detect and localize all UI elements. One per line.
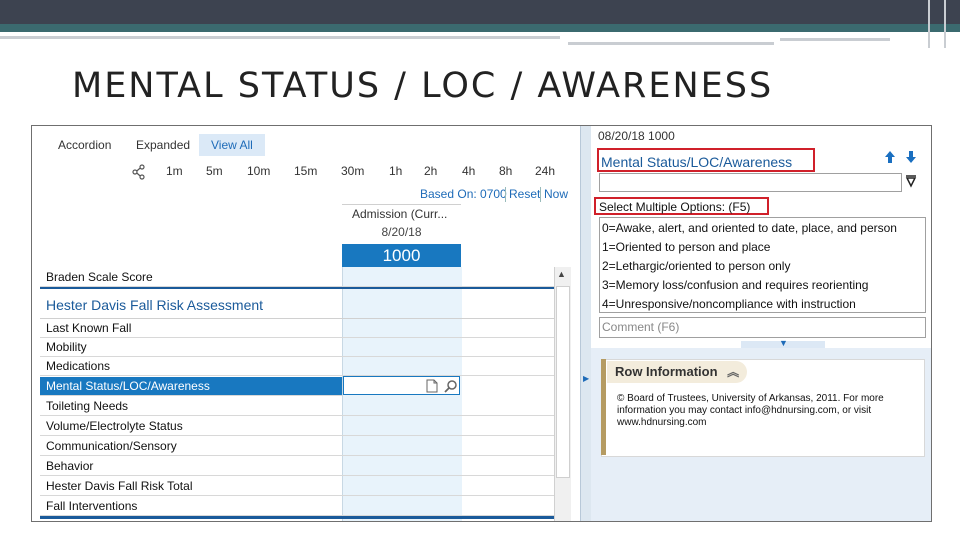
decor-line [928, 0, 930, 48]
now-link[interactable]: Now [544, 187, 568, 201]
row-information-header[interactable]: Row Information ︽ [607, 361, 747, 383]
clear-filter-icon[interactable] [904, 174, 918, 193]
row-medications[interactable]: Medications [40, 357, 554, 376]
time-button-15m[interactable]: 15m [294, 164, 317, 178]
column-header[interactable]: Admission (Curr... [342, 204, 461, 222]
time-button-4h[interactable]: 4h [462, 164, 475, 178]
grid-bottom-rule [40, 516, 554, 519]
scrollbar-thumb[interactable] [556, 286, 570, 478]
time-button-1m[interactable]: 1m [166, 164, 183, 178]
arrow-up-icon[interactable] [884, 150, 896, 169]
tab-accordion[interactable]: Accordion [46, 134, 123, 156]
option-4[interactable]: 4=Unresponsive/noncompliance with instru… [602, 295, 925, 312]
share-icon[interactable] [132, 164, 146, 180]
section-hester-davis[interactable]: Hester Davis Fall Risk Assessment [40, 287, 554, 319]
select-multiple-label: Select Multiple Options: (F5) [594, 197, 769, 215]
time-button-30m[interactable]: 30m [341, 164, 364, 178]
row-last-known-fall[interactable]: Last Known Fall [40, 319, 554, 338]
decor-line [780, 38, 890, 41]
flowsheet-panel: Accordion Expanded View All 1m 5m 10m 15… [32, 126, 580, 521]
row-fall-risk-total[interactable]: Hester Davis Fall Risk Total [40, 477, 554, 496]
search-icon[interactable] [444, 379, 458, 398]
value-input[interactable] [599, 173, 902, 192]
separator [540, 187, 541, 202]
row-toileting-needs[interactable]: Toileting Needs [40, 397, 554, 416]
mental-status-cell[interactable] [343, 376, 460, 395]
scroll-up-icon[interactable]: ▲ [557, 269, 566, 279]
comment-field[interactable]: Comment (F6) [599, 317, 926, 338]
reset-link[interactable]: Reset [509, 187, 540, 201]
slide-top-accent [0, 24, 960, 32]
detail-datetime: 08/20/18 1000 [598, 129, 675, 143]
option-0[interactable]: 0=Awake, alert, and oriented to date, pl… [602, 219, 925, 238]
option-3[interactable]: 3=Memory loss/confusion and requires reo… [602, 276, 925, 295]
row-fall-interventions[interactable]: Fall Interventions [40, 497, 554, 516]
decor-line [944, 0, 946, 48]
arrow-down-icon[interactable] [905, 150, 917, 169]
screenshot-frame: Accordion Expanded View All 1m 5m 10m 15… [31, 125, 932, 522]
slide-top-bar [0, 0, 960, 24]
tab-view-all[interactable]: View All [199, 134, 265, 156]
separator [505, 187, 506, 202]
slide-title: MENTAL STATUS / LOC / AWARENESS [72, 66, 774, 106]
decor-line [0, 36, 560, 39]
time-button-5m[interactable]: 5m [206, 164, 223, 178]
row-mobility[interactable]: Mobility [40, 338, 554, 357]
column-time[interactable]: 1000 [342, 244, 461, 267]
chevron-up-icon[interactable]: ︽ [727, 365, 739, 379]
time-button-8h[interactable]: 8h [499, 164, 512, 178]
row-information-title: Row Information [615, 364, 718, 379]
row-information-accent [601, 359, 606, 455]
time-button-24h[interactable]: 24h [535, 164, 555, 178]
time-button-1h[interactable]: 1h [389, 164, 402, 178]
decor-line [568, 42, 774, 45]
row-information-text: © Board of Trustees, University of Arkan… [617, 393, 884, 428]
options-list: 0=Awake, alert, and oriented to date, pl… [599, 217, 926, 313]
row-volume-electrolyte-status[interactable]: Volume/Electrolyte Status [40, 417, 554, 436]
row-mental-status[interactable]: Mental Status/LOC/Awareness [40, 377, 342, 396]
time-button-2h[interactable]: 2h [424, 164, 437, 178]
document-icon[interactable] [426, 379, 438, 398]
column-date: 8/20/18 [381, 225, 422, 239]
option-1[interactable]: 1=Oriented to person and place [602, 238, 925, 257]
based-on-label[interactable]: Based On: 0700 [420, 187, 507, 201]
option-2[interactable]: 2=Lethargic/oriented to person only [602, 257, 925, 276]
detail-panel: 08/20/18 1000 Mental Status/LOC/Awarenes… [591, 126, 931, 521]
chevron-down-icon[interactable]: ▼ [779, 338, 788, 348]
expand-right-icon[interactable]: ▶ [583, 374, 589, 383]
time-button-10m[interactable]: 10m [247, 164, 270, 178]
row-braden-scale-score[interactable]: Braden Scale Score [40, 268, 554, 287]
row-behavior[interactable]: Behavior [40, 457, 554, 476]
detail-title: Mental Status/LOC/Awareness [597, 148, 815, 172]
row-communication-sensory[interactable]: Communication/Sensory [40, 437, 554, 456]
tab-expanded[interactable]: Expanded [124, 134, 202, 156]
